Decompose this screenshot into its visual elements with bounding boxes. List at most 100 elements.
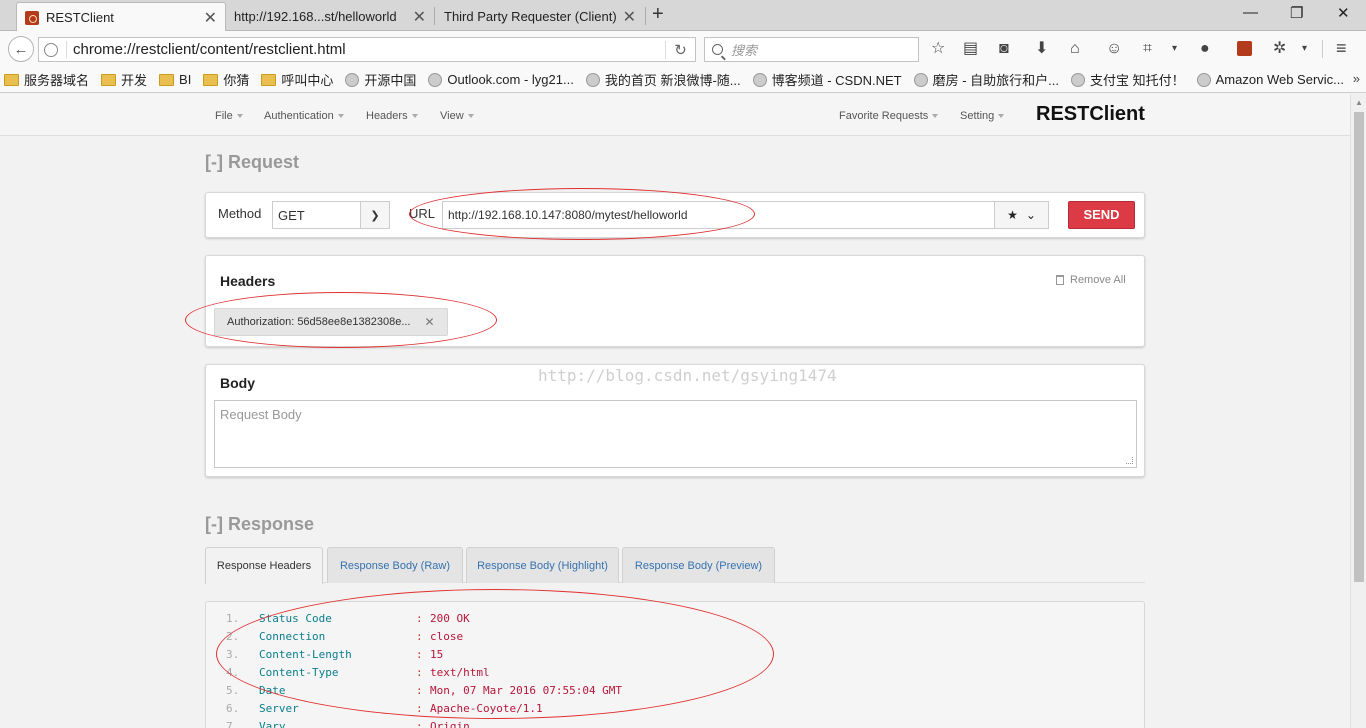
pocket-icon[interactable]: ◙ xyxy=(999,40,1009,58)
tab-response-body-preview[interactable]: Response Body (Preview) xyxy=(622,547,775,583)
download-icon[interactable]: ⬇ xyxy=(1035,40,1048,58)
page-scrollbar[interactable]: ▲ xyxy=(1350,94,1366,728)
response-header-line-number: 1. xyxy=(226,612,240,625)
menu-setting[interactable]: Setting xyxy=(960,110,1005,122)
response-section-title[interactable]: [-] Response xyxy=(205,514,314,535)
app-brand[interactable]: RESTClient xyxy=(1036,103,1145,126)
menu-favorite-requests[interactable]: Favorite Requests xyxy=(839,110,939,122)
bookmark-label: 服务器域名 xyxy=(24,73,90,88)
body-title: Body xyxy=(220,375,255,391)
url-input[interactable]: http://192.168.10.147:8080/mytest/hellow… xyxy=(442,201,996,229)
header-chip[interactable]: Authorization: 56d58ee8e1382308e... ✕ xyxy=(214,308,448,336)
address-text: chrome://restclient/content/restclient.h… xyxy=(66,41,665,58)
scroll-up-icon[interactable]: ▲ xyxy=(1355,98,1363,107)
bookmark-item[interactable]: 开源中国 xyxy=(345,70,416,89)
back-button[interactable]: ← xyxy=(8,36,34,62)
back-arrow-icon: ← xyxy=(13,40,29,58)
restore-icon[interactable]: ❐ xyxy=(1290,4,1303,22)
menu-view[interactable]: View xyxy=(440,110,474,122)
caret-down-icon xyxy=(411,114,418,119)
response-header-line-number: 3. xyxy=(226,648,240,661)
response-header-line-number: 4. xyxy=(226,666,240,679)
response-header-key: Date xyxy=(259,684,286,697)
menu-file[interactable]: File xyxy=(215,110,243,122)
new-tab-plus-icon[interactable]: + xyxy=(652,3,664,26)
bookmark-label: 我的首页 新浪微博-随... xyxy=(604,73,741,88)
minimize-icon[interactable]: — xyxy=(1243,4,1258,21)
remove-all-button[interactable]: Remove All xyxy=(1056,274,1126,286)
response-header-key: Server xyxy=(259,702,299,715)
tab-title: Third Party Requester (Client) xyxy=(444,9,617,24)
close-icon[interactable]: ✕ xyxy=(204,8,217,28)
remove-header-icon[interactable]: ✕ xyxy=(425,315,435,329)
remove-all-label: Remove All xyxy=(1070,274,1126,286)
response-header-key: Status Code xyxy=(259,612,332,625)
bookmark-item[interactable]: 我的首页 新浪微博-随... xyxy=(585,70,741,89)
response-header-value: Origin xyxy=(430,720,470,728)
trash-icon xyxy=(1056,275,1064,285)
reading-list-icon[interactable]: ▤ xyxy=(963,40,978,58)
request-card: Method GET ❯ URL http://192.168.10.147:8… xyxy=(205,192,1145,238)
caret-down-icon xyxy=(236,114,243,119)
method-select[interactable]: GET ❯ xyxy=(272,201,390,229)
chat-icon[interactable]: ● xyxy=(1200,40,1210,58)
watermark: http://blog.csdn.net/gsying1474 xyxy=(538,366,837,385)
bookmark-item[interactable]: 你猜 xyxy=(203,70,249,89)
site-info-icon[interactable] xyxy=(44,42,58,57)
close-icon[interactable]: ✕ xyxy=(413,7,426,27)
response-header-key: Vary xyxy=(259,720,286,728)
method-label: Method xyxy=(218,206,262,221)
bookmark-item[interactable]: 服务器域名 xyxy=(4,70,89,89)
response-header-separator: : xyxy=(416,720,423,728)
dropdown-icon[interactable]: ▾ xyxy=(1302,40,1307,58)
menu-hamburger-icon[interactable]: ≡ xyxy=(1336,39,1347,57)
response-header-value: 15 xyxy=(430,648,444,661)
response-header-value: close xyxy=(430,630,464,643)
response-header-value: Mon, 07 Mar 2016 07:55:04 GMT xyxy=(430,684,623,697)
browser-tab-helloworld[interactable]: http://192.168...st/helloworld ✕ xyxy=(226,2,434,31)
bookmark-label: 呼叫中心 xyxy=(281,73,334,88)
bookmark-star-icon[interactable]: ☆ xyxy=(931,40,945,58)
tab-response-body-highlight[interactable]: Response Body (Highlight) xyxy=(466,547,619,583)
close-icon[interactable]: ✕ xyxy=(623,7,636,27)
address-bar[interactable]: chrome://restclient/content/restclient.h… xyxy=(38,37,696,62)
response-header-line-number: 7. xyxy=(226,720,240,728)
emoji-icon[interactable]: ☺ xyxy=(1106,40,1122,58)
bookmarks-overflow-icon[interactable]: » xyxy=(1353,71,1360,86)
resize-grip-icon[interactable] xyxy=(1126,457,1133,464)
menu-authentication[interactable]: Authentication xyxy=(264,110,344,122)
bookmark-label: 开发 xyxy=(121,73,148,88)
search-input[interactable]: 搜索 xyxy=(704,37,919,62)
bug-icon[interactable]: ✲ xyxy=(1273,40,1286,58)
browser-tab-restclient[interactable]: RESTClient ✕ xyxy=(16,2,226,32)
send-button[interactable]: SEND xyxy=(1068,201,1135,229)
caret-down-icon xyxy=(998,114,1005,119)
restclient-addon-icon[interactable] xyxy=(1237,41,1252,56)
bookmark-item[interactable]: 开发 xyxy=(101,70,147,89)
response-header-key: Connection xyxy=(259,630,326,643)
tab-response-body-raw[interactable]: Response Body (Raw) xyxy=(327,547,463,583)
bookmark-item[interactable]: 博客频道 - CSDN.NET xyxy=(752,70,902,89)
browser-tab-requester[interactable]: Third Party Requester (Client) ✕ xyxy=(436,2,644,31)
search-placeholder: 搜索 xyxy=(731,43,758,58)
scrollbar-thumb[interactable] xyxy=(1354,112,1364,582)
window-close-icon[interactable]: ✕ xyxy=(1337,4,1350,22)
request-body-textarea[interactable]: Request Body xyxy=(214,400,1137,468)
tab-response-headers[interactable]: Response Headers xyxy=(205,547,323,584)
reload-icon[interactable]: ↻ xyxy=(665,40,695,59)
dropdown-icon[interactable]: ▾ xyxy=(1172,40,1177,58)
favorite-url-button[interactable]: ★ ⌄ xyxy=(994,201,1049,229)
chevron-down-icon[interactable]: ❯ xyxy=(360,202,389,228)
home-icon[interactable]: ⌂ xyxy=(1070,40,1080,58)
bookmark-item[interactable]: 呼叫中心 xyxy=(261,70,333,89)
bookmark-item[interactable]: BI xyxy=(159,72,191,87)
bookmark-item[interactable]: Amazon Web Servic... xyxy=(1196,72,1344,87)
menu-headers[interactable]: Headers xyxy=(366,110,418,122)
bookmark-item[interactable]: 支付宝 知托付！ xyxy=(1071,70,1185,89)
request-section-title[interactable]: [-] Request xyxy=(205,152,299,173)
crop-icon[interactable]: ⌗ xyxy=(1143,40,1152,58)
bookmark-item[interactable]: Outlook.com - lyg21... xyxy=(428,72,574,87)
bookmark-item[interactable]: 磨房 - 自助旅行和户... xyxy=(913,70,1059,89)
caret-down-icon xyxy=(337,114,344,119)
caret-down-icon xyxy=(932,114,939,119)
